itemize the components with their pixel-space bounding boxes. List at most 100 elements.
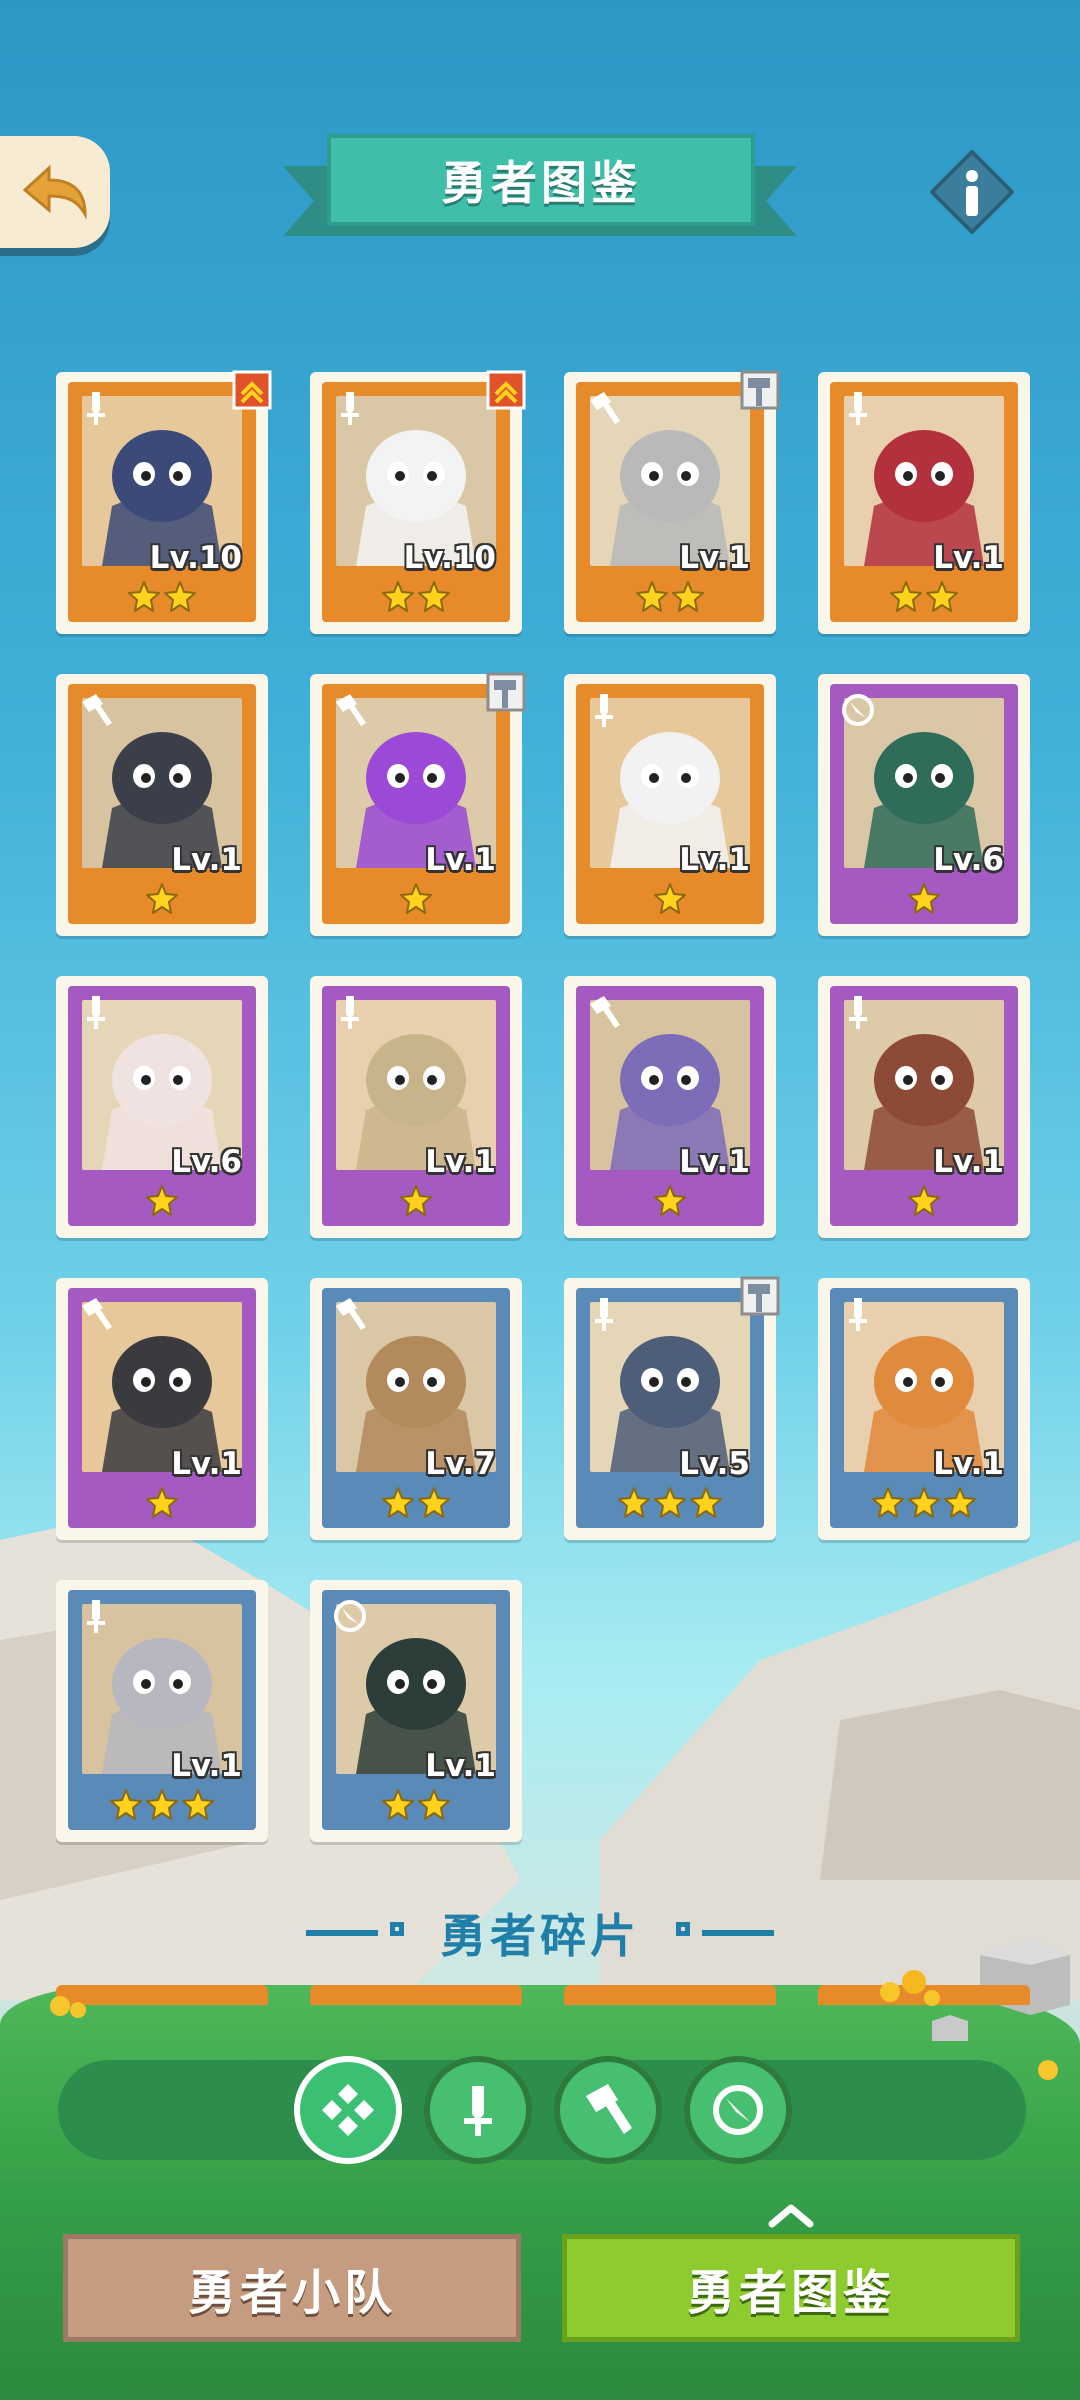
card-frame-orange: Lv.10 (68, 382, 256, 622)
compass-class-icon (838, 690, 878, 730)
card-frame-purple: Lv.1 (322, 986, 510, 1226)
hero-dex-button[interactable]: 勇者图鉴 (562, 2234, 1020, 2342)
star-icon (653, 882, 687, 916)
star-icon (399, 1184, 433, 1218)
filter-sword-button[interactable] (424, 2056, 532, 2164)
sword-class-icon (838, 1294, 878, 1334)
hero-card[interactable]: Lv.1 (310, 672, 526, 936)
hero-level: Lv.1 (933, 1144, 1004, 1180)
hero-card[interactable]: Lv.1 (56, 674, 268, 936)
divider-right (702, 1930, 774, 1936)
hammer-class-icon (76, 690, 116, 730)
hero-level: Lv.1 (425, 1144, 496, 1180)
shard-card-peek[interactable] (310, 1985, 522, 2005)
sword-class-icon (76, 1596, 116, 1636)
card-frame-orange: Lv.1 (322, 684, 510, 924)
star-icon (181, 1788, 215, 1822)
star-icon (381, 580, 415, 614)
sword-class-icon (76, 388, 116, 428)
star-icon (943, 1486, 977, 1520)
star-rating (322, 1184, 510, 1222)
filter-compass-button[interactable] (684, 2056, 792, 2164)
hero-card[interactable]: Lv.7 (310, 1278, 522, 1540)
hero-card[interactable]: Lv.1 (310, 976, 522, 1238)
star-icon (145, 882, 179, 916)
card-frame-orange: Lv.10 (322, 382, 510, 622)
star-icon (163, 580, 197, 614)
hammer-class-icon (76, 1294, 116, 1334)
chevron-up-icon (768, 2204, 814, 2228)
star-rating (576, 1184, 764, 1222)
star-icon (145, 1184, 179, 1218)
star-rating (68, 1184, 256, 1222)
sword-class-icon (330, 992, 370, 1032)
hero-card[interactable]: Lv.1 (564, 674, 776, 936)
star-icon (145, 1486, 179, 1520)
all-classes-icon (322, 2084, 374, 2136)
hero-level: Lv.1 (679, 540, 750, 576)
filter-hammer-button[interactable] (554, 2056, 662, 2164)
hero-card[interactable]: Lv.1 (818, 372, 1030, 634)
hero-card[interactable]: Lv.10 (310, 370, 526, 634)
hammer-class-icon (330, 1294, 370, 1334)
hero-level: Lv.1 (425, 842, 496, 878)
info-button[interactable] (930, 150, 1014, 234)
star-rating (68, 580, 256, 618)
star-icon (381, 1486, 415, 1520)
hero-card[interactable]: Lv.1 (818, 1278, 1030, 1540)
hero-card[interactable]: Lv.1 (818, 976, 1030, 1238)
back-button[interactable] (0, 136, 110, 248)
star-icon (145, 1788, 179, 1822)
hero-level: Lv.1 (171, 842, 242, 878)
filter-all-button[interactable] (294, 2056, 402, 2164)
star-icon (381, 1788, 415, 1822)
star-rating (576, 882, 764, 920)
class-filter-bar (58, 2060, 1026, 2160)
star-icon (109, 1788, 143, 1822)
star-icon (417, 1788, 451, 1822)
card-frame-blue: Lv.1 (68, 1590, 256, 1830)
upgrade-available-icon (482, 366, 530, 414)
card-frame-purple: Lv.6 (830, 684, 1018, 924)
star-rating (322, 882, 510, 920)
hero-card[interactable]: Lv.1 (310, 1580, 522, 1842)
hammer-class-icon (330, 690, 370, 730)
hero-level: Lv.10 (403, 540, 496, 576)
card-frame-purple: Lv.1 (68, 1288, 256, 1528)
card-frame-orange: Lv.1 (830, 382, 1018, 622)
hero-level: Lv.1 (679, 842, 750, 878)
hero-card[interactable]: Lv.6 (56, 976, 268, 1238)
card-frame-orange: Lv.1 (576, 684, 764, 924)
star-icon (653, 1184, 687, 1218)
hero-card[interactable]: Lv.1 (564, 370, 780, 634)
star-icon (907, 882, 941, 916)
card-frame-purple: Lv.1 (576, 986, 764, 1226)
star-icon (417, 580, 451, 614)
star-rating (68, 882, 256, 920)
hero-level: Lv.1 (933, 1446, 1004, 1482)
card-frame-purple: Lv.6 (68, 986, 256, 1226)
star-icon (907, 1184, 941, 1218)
sword-class-icon (76, 992, 116, 1032)
upgrade-available-icon (228, 366, 276, 414)
card-frame-blue: Lv.1 (322, 1590, 510, 1830)
hero-team-button[interactable]: 勇者小队 (63, 2234, 521, 2342)
hero-level: Lv.1 (425, 1748, 496, 1784)
sword-class-icon (330, 388, 370, 428)
hero-card[interactable]: Lv.1 (564, 976, 776, 1238)
hero-card[interactable]: Lv.6 (818, 674, 1030, 936)
sword-class-icon (838, 992, 878, 1032)
hero-card[interactable]: Lv.5 (564, 1276, 780, 1540)
star-rating (830, 580, 1018, 618)
hero-card[interactable]: Lv.1 (56, 1278, 268, 1540)
star-rating (830, 1486, 1018, 1524)
hammer-class-icon (584, 388, 624, 428)
small-rock (932, 2015, 968, 2041)
card-frame-purple: Lv.1 (830, 986, 1018, 1226)
hero-card[interactable]: Lv.10 (56, 370, 272, 634)
card-frame-orange: Lv.1 (576, 382, 764, 622)
shard-card-peek[interactable] (564, 1985, 776, 2005)
star-rating (68, 1486, 256, 1524)
star-icon (653, 1486, 687, 1520)
hero-card[interactable]: Lv.1 (56, 1580, 268, 1842)
